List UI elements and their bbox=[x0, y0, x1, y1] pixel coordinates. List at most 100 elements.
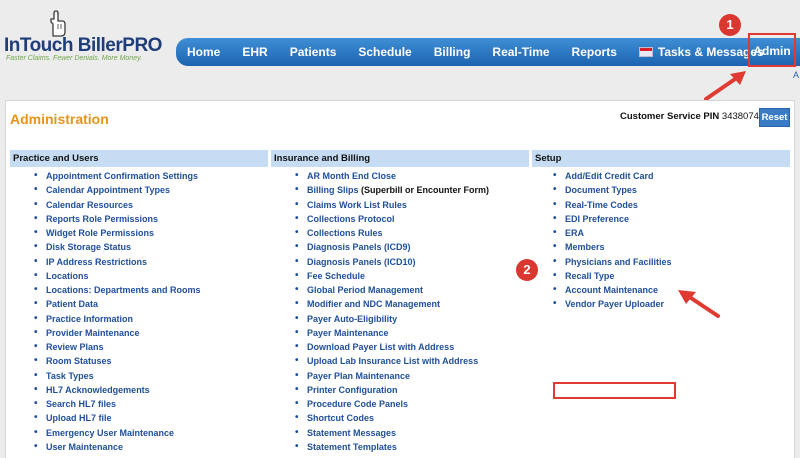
link-vendor-payer-uploader[interactable]: Vendor Payer Uploader bbox=[565, 299, 664, 309]
link-shortcut-codes[interactable]: Shortcut Codes bbox=[307, 413, 374, 423]
list-item[interactable]: Real-Time Codes bbox=[553, 198, 672, 213]
list-item[interactable]: Appointment Confirmation Settings bbox=[34, 169, 201, 184]
link-collections-rules[interactable]: Collections Rules bbox=[307, 228, 383, 238]
list-item[interactable]: Calendar Resources bbox=[34, 198, 201, 213]
list-item[interactable]: Review Plans bbox=[34, 340, 201, 355]
list-item[interactable]: Room Statuses bbox=[34, 354, 201, 369]
link-statement-templates[interactable]: Statement Templates bbox=[307, 442, 397, 452]
link-recall-type[interactable]: Recall Type bbox=[565, 271, 614, 281]
list-item[interactable]: Disk Storage Status bbox=[34, 240, 201, 255]
list-item[interactable]: Reports Role Permissions bbox=[34, 212, 201, 227]
link-user-maintenance[interactable]: User Maintenance bbox=[46, 442, 123, 452]
link-appointment-confirmation-settings[interactable]: Appointment Confirmation Settings bbox=[46, 171, 198, 181]
link-collections-protocol[interactable]: Collections Protocol bbox=[307, 214, 395, 224]
link-procedure-code-panels[interactable]: Procedure Code Panels bbox=[307, 399, 408, 409]
list-item[interactable]: AR Month End Close bbox=[295, 169, 489, 184]
link-payer-maintenance[interactable]: Payer Maintenance bbox=[307, 328, 389, 338]
list-item[interactable]: IP Address Restrictions bbox=[34, 255, 201, 270]
link-add-edit-credit-card[interactable]: Add/Edit Credit Card bbox=[565, 171, 654, 181]
list-item[interactable]: Patient Data bbox=[34, 297, 201, 312]
list-item[interactable]: Document Types bbox=[553, 183, 672, 198]
link-upload-hl7-file[interactable]: Upload HL7 file bbox=[46, 413, 112, 423]
link-task-types[interactable]: Task Types bbox=[46, 371, 94, 381]
list-item[interactable]: Statement Templates bbox=[295, 440, 489, 455]
list-item[interactable]: Search HL7 files bbox=[34, 397, 201, 412]
list-item[interactable]: Locations: Departments and Rooms bbox=[34, 283, 201, 298]
nav-home[interactable]: Home bbox=[176, 38, 231, 66]
link-global-period-management[interactable]: Global Period Management bbox=[307, 285, 423, 295]
list-item[interactable]: Fee Schedule bbox=[295, 269, 489, 284]
list-item[interactable]: Diagnosis Panels (ICD10) bbox=[295, 255, 489, 270]
list-item[interactable]: Upload Lab Insurance List with Address bbox=[295, 354, 489, 369]
link-widget-role-permissions[interactable]: Widget Role Permissions bbox=[46, 228, 154, 238]
list-item[interactable]: Task Types bbox=[34, 369, 201, 384]
list-item[interactable]: Statement Messages bbox=[295, 426, 489, 441]
link-printer-configuration[interactable]: Printer Configuration bbox=[307, 385, 398, 395]
link-practice-information[interactable]: Practice Information bbox=[46, 314, 133, 324]
link-ar-month-end-close[interactable]: AR Month End Close bbox=[307, 171, 396, 181]
link-diagnosis-panels-icd10[interactable]: Diagnosis Panels (ICD10) bbox=[307, 257, 416, 267]
list-item[interactable]: HL7 Acknowledgements bbox=[34, 383, 201, 398]
link-statement-messages[interactable]: Statement Messages bbox=[307, 428, 396, 438]
nav-patients[interactable]: Patients bbox=[279, 38, 348, 66]
list-item[interactable]: Upload HL7 file bbox=[34, 411, 201, 426]
list-item[interactable]: Account Maintenance bbox=[553, 283, 672, 298]
list-item[interactable]: Download Payer List with Address bbox=[295, 340, 489, 355]
list-item[interactable]: Calendar Appointment Types bbox=[34, 183, 201, 198]
link-search-hl7-files[interactable]: Search HL7 files bbox=[46, 399, 116, 409]
link-diagnosis-panels-icd9[interactable]: Diagnosis Panels (ICD9) bbox=[307, 242, 411, 252]
nav-ehr[interactable]: EHR bbox=[231, 38, 278, 66]
link-account-maintenance[interactable]: Account Maintenance bbox=[565, 285, 658, 295]
list-item[interactable]: Global Period Management bbox=[295, 283, 489, 298]
link-document-types[interactable]: Document Types bbox=[565, 185, 637, 195]
link-modifier-ndc-management[interactable]: Modifier and NDC Management bbox=[307, 299, 440, 309]
link-disk-storage-status[interactable]: Disk Storage Status bbox=[46, 242, 131, 252]
list-item[interactable]: User Maintenance bbox=[34, 440, 201, 455]
list-item[interactable]: Claims Work List Rules bbox=[295, 198, 489, 213]
link-review-plans[interactable]: Review Plans bbox=[46, 342, 104, 352]
link-reports-role-permissions[interactable]: Reports Role Permissions bbox=[46, 214, 158, 224]
link-calendar-appointment-types[interactable]: Calendar Appointment Types bbox=[46, 185, 170, 195]
link-ip-address-restrictions[interactable]: IP Address Restrictions bbox=[46, 257, 147, 267]
link-patient-data[interactable]: Patient Data bbox=[46, 299, 98, 309]
list-item[interactable]: Emergency User Maintenance bbox=[34, 426, 201, 441]
list-item[interactable]: Shortcut Codes bbox=[295, 411, 489, 426]
link-calendar-resources[interactable]: Calendar Resources bbox=[46, 200, 133, 210]
list-item[interactable]: Provider Maintenance bbox=[34, 326, 201, 341]
list-item[interactable]: Payer Auto-Eligibility bbox=[295, 312, 489, 327]
link-payer-auto-eligibility[interactable]: Payer Auto-Eligibility bbox=[307, 314, 397, 324]
nav-real-time[interactable]: Real-Time bbox=[481, 38, 560, 66]
list-item[interactable]: Recall Type bbox=[553, 269, 672, 284]
link-payer-plan-maintenance[interactable]: Payer Plan Maintenance bbox=[307, 371, 410, 381]
list-item[interactable]: Payer Plan Maintenance bbox=[295, 369, 489, 384]
list-item[interactable]: Collections Rules bbox=[295, 226, 489, 241]
app-logo[interactable]: InTouch BillerPRO Faster Claims. Fewer D… bbox=[4, 8, 162, 68]
list-item[interactable]: Billing Slips (Superbill or Encounter Fo… bbox=[295, 183, 489, 198]
list-item[interactable]: Printer Configuration bbox=[295, 383, 489, 398]
list-item[interactable]: Payer Maintenance bbox=[295, 326, 489, 341]
list-item[interactable]: EDI Preference bbox=[553, 212, 672, 227]
list-item[interactable]: Practice Information bbox=[34, 312, 201, 327]
link-room-statuses[interactable]: Room Statuses bbox=[46, 356, 112, 366]
link-era[interactable]: ERA bbox=[565, 228, 584, 238]
link-physicians-facilities[interactable]: Physicians and Facilities bbox=[565, 257, 672, 267]
link-emergency-user-maintenance[interactable]: Emergency User Maintenance bbox=[46, 428, 174, 438]
link-claims-work-list-rules[interactable]: Claims Work List Rules bbox=[307, 200, 407, 210]
link-hl7-acknowledgements[interactable]: HL7 Acknowledgements bbox=[46, 385, 150, 395]
list-item[interactable]: ERA bbox=[553, 226, 672, 241]
nav-schedule[interactable]: Schedule bbox=[347, 38, 422, 66]
link-upload-lab-insurance-list[interactable]: Upload Lab Insurance List with Address bbox=[307, 356, 478, 366]
nav-admin[interactable]: Admin bbox=[748, 33, 796, 67]
reset-button[interactable]: Reset bbox=[759, 108, 790, 127]
link-billing-slips[interactable]: Billing Slips bbox=[307, 185, 359, 195]
list-item[interactable]: Physicians and Facilities bbox=[553, 255, 672, 270]
link-real-time-codes[interactable]: Real-Time Codes bbox=[565, 200, 638, 210]
list-item[interactable]: Diagnosis Panels (ICD9) bbox=[295, 240, 489, 255]
list-item[interactable]: Locations bbox=[34, 269, 201, 284]
link-locations-departments-rooms[interactable]: Locations: Departments and Rooms bbox=[46, 285, 201, 295]
list-item[interactable]: Widget Role Permissions bbox=[34, 226, 201, 241]
link-members[interactable]: Members bbox=[565, 242, 605, 252]
list-item[interactable]: Add/Edit Credit Card bbox=[553, 169, 672, 184]
link-provider-maintenance[interactable]: Provider Maintenance bbox=[46, 328, 140, 338]
link-download-payer-list[interactable]: Download Payer List with Address bbox=[307, 342, 454, 352]
